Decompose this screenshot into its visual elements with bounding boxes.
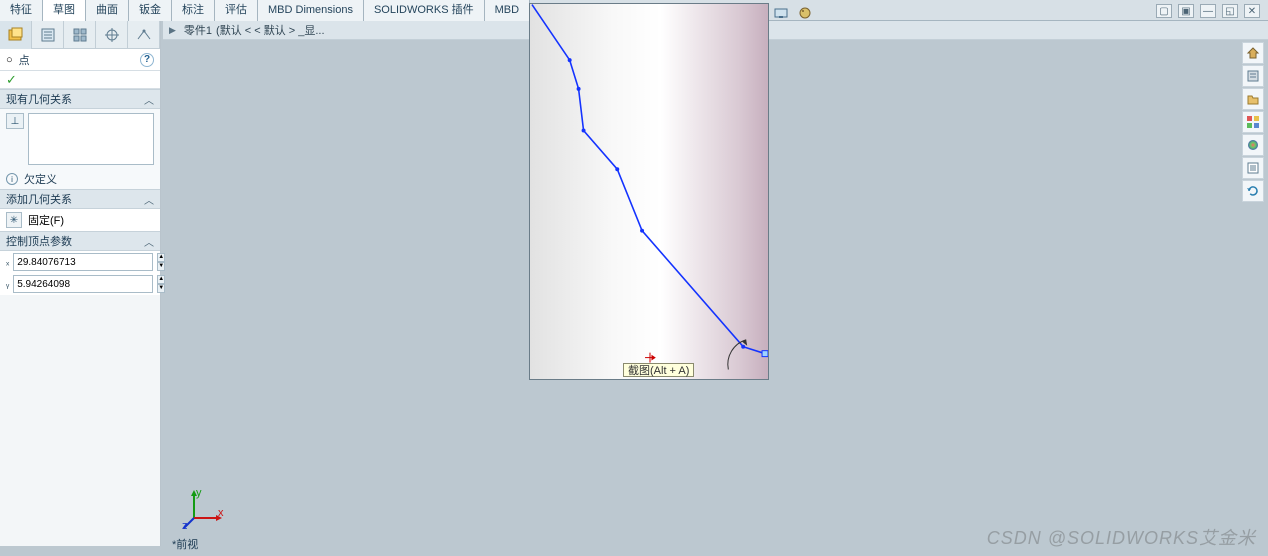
graphics-viewport[interactable]: [529, 3, 769, 380]
tab-surfaces[interactable]: 曲面: [86, 0, 129, 21]
collapse-icon[interactable]: ︿: [144, 192, 154, 207]
relations-listbox[interactable]: [28, 113, 154, 165]
tab-annotate[interactable]: 标注: [172, 0, 215, 21]
existing-relations-body: ⊥: [0, 109, 160, 169]
collapse-icon[interactable]: ︿: [144, 92, 154, 107]
pm-ok-button[interactable]: ✓: [6, 72, 17, 88]
add-relations-label: 添加几何关系: [6, 191, 72, 207]
window-tile-button[interactable]: ▢: [1156, 4, 1172, 18]
param-y-input[interactable]: [13, 275, 153, 293]
taskpane-home-button[interactable]: [1242, 42, 1264, 64]
param-y-label: ᵧ: [6, 276, 9, 292]
task-pane: [1242, 42, 1266, 202]
fm-tab-display[interactable]: [128, 21, 160, 49]
breadcrumb-state: (默认 < < 默认 > _显...: [216, 22, 325, 38]
relation-picker-icon[interactable]: ⊥: [6, 113, 24, 129]
info-icon: i: [6, 173, 18, 185]
under-defined-label: 欠定义: [24, 171, 57, 187]
snap-tooltip: 截图(Alt + A): [623, 363, 694, 377]
fm-tab-strip: [0, 21, 160, 49]
point-icon: ○: [6, 54, 13, 66]
svg-text:z: z: [182, 520, 188, 530]
control-vertex-params-header[interactable]: 控制顶点参数 ︿: [0, 231, 160, 251]
tab-sketch[interactable]: 草图: [43, 0, 86, 21]
window-minimize-button[interactable]: —: [1200, 4, 1216, 18]
pm-title-row: ○ 点 ?: [0, 49, 160, 71]
param-x-row: ₓ ▲▼: [0, 251, 160, 273]
sketch-polyline: [530, 4, 768, 379]
taskpane-open-button[interactable]: [1242, 88, 1264, 110]
fm-tab-property[interactable]: [32, 21, 64, 49]
window-restore-button[interactable]: ◱: [1222, 4, 1238, 18]
tab-mbd-dimensions[interactable]: MBD Dimensions: [258, 0, 364, 21]
apply-scene-button[interactable]: [770, 3, 792, 23]
window-cascade-button[interactable]: ▣: [1178, 4, 1194, 18]
taskpane-color-button[interactable]: [1242, 134, 1264, 156]
property-manager-panel: ○ 点 ? ✓ 现有几何关系 ︿ ⊥ i 欠定义 添加几何关系 ︿ ✳ 固定(F…: [0, 21, 161, 546]
collapse-icon[interactable]: ︿: [144, 234, 154, 249]
existing-relations-label: 现有几何关系: [6, 91, 72, 107]
taskpane-appearances-button[interactable]: [1242, 111, 1264, 133]
definition-status-row: i 欠定义: [0, 169, 160, 189]
tab-sheetmetal[interactable]: 钣金: [129, 0, 172, 21]
control-vertex-params-label: 控制顶点参数: [6, 233, 72, 249]
pm-help-button[interactable]: ?: [140, 53, 154, 67]
pm-title: 点: [19, 52, 30, 68]
taskpane-reload-button[interactable]: [1242, 180, 1264, 202]
param-y-row: ᵧ ▲▼: [0, 273, 160, 295]
fm-tab-config[interactable]: [64, 21, 96, 49]
breadcrumb-expand-icon[interactable]: ▶: [169, 25, 176, 36]
add-relations-header[interactable]: 添加几何关系 ︿: [0, 189, 160, 209]
svg-text:x: x: [218, 507, 224, 519]
snap-tooltip-text: 截图(Alt + A): [628, 362, 689, 378]
breadcrumb-part[interactable]: 零件1: [184, 22, 212, 38]
fixed-relation-row[interactable]: ✳ 固定(F): [0, 209, 160, 231]
param-y-spinner[interactable]: ▲▼: [157, 275, 165, 293]
pm-confirm-row: ✓: [0, 71, 160, 89]
tab-features[interactable]: 特征: [0, 0, 43, 21]
param-x-label: ₓ: [6, 254, 9, 270]
tab-evaluate[interactable]: 评估: [215, 0, 258, 21]
param-x-input[interactable]: [13, 253, 153, 271]
fm-tab-dimxpert[interactable]: [96, 21, 128, 49]
fm-tab-feature-tree[interactable]: [0, 21, 32, 49]
taskpane-properties-button[interactable]: [1242, 157, 1264, 179]
render-tools-button[interactable]: [794, 3, 816, 23]
svg-text:y: y: [196, 488, 202, 499]
tab-mbd[interactable]: MBD: [485, 0, 530, 21]
tab-sw-addins[interactable]: SOLIDWORKS 插件: [364, 0, 485, 21]
existing-relations-header[interactable]: 现有几何关系 ︿: [0, 89, 160, 109]
status-view-label: *前视: [172, 536, 198, 552]
view-triad[interactable]: y x z: [182, 488, 224, 530]
param-x-spinner[interactable]: ▲▼: [157, 253, 165, 271]
taskpane-resources-button[interactable]: [1242, 65, 1264, 87]
window-close-button[interactable]: ✕: [1244, 4, 1260, 18]
watermark-text: CSDN @SOLIDWORKS艾金米: [987, 524, 1256, 550]
window-controls: ▢ ▣ — ◱ ✕: [1156, 4, 1260, 18]
fixed-icon: ✳: [6, 212, 22, 228]
fixed-label: 固定(F): [28, 212, 64, 228]
